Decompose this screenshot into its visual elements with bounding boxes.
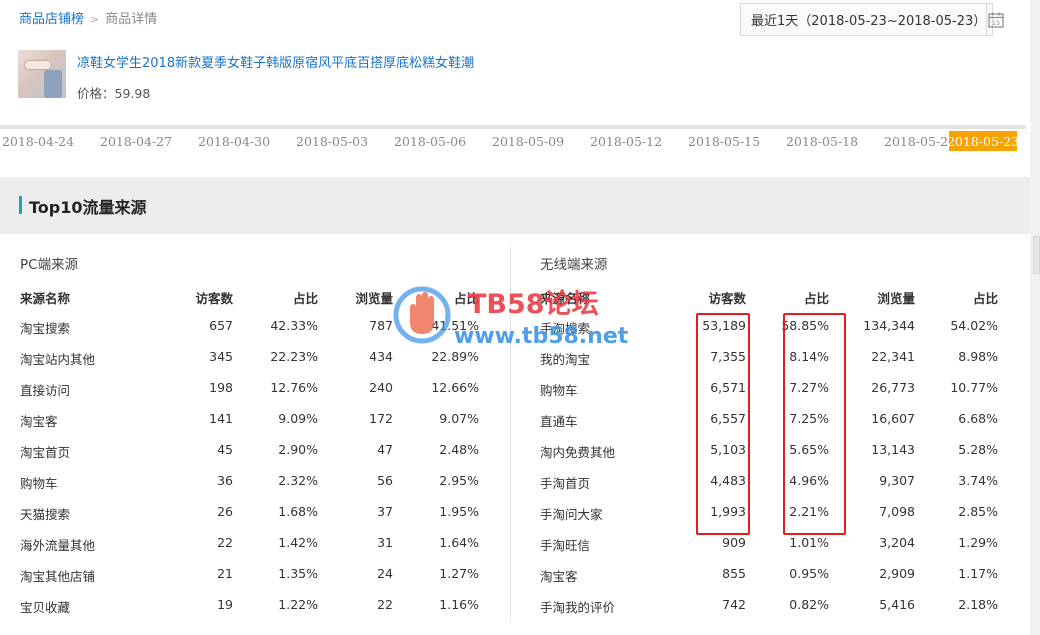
pc-source-name: 天猫搜索 [20,507,71,522]
date-range-label: 最近1天（2018-05-23~2018-05-23） [751,14,987,29]
calendar-day: 15 [992,19,1000,27]
timeline-active-date[interactable]: 2018-05-23 [947,131,1019,151]
pc-cell-value: 1.27% [439,566,479,581]
timeline-date[interactable]: 2018-04-30 [198,134,270,149]
mobile-panel-title: 无线端来源 [540,257,608,273]
timeline-date[interactable]: 2018-05-21 [884,134,956,149]
pc-cell-value: 12.66% [431,380,479,395]
watermark-url: www.tb58.net [454,324,629,349]
product-thumbnail[interactable] [18,50,66,98]
pc-source-name: 直接访问 [20,383,71,398]
mobile-source-name: 购物车 [540,383,578,398]
pc-source-name: 淘宝首页 [20,445,71,460]
timeline-date[interactable]: 2018-05-06 [394,134,466,149]
mobile-cell-value: 2.18% [958,597,998,612]
mobile-source-name: 淘内免费其他 [540,445,616,460]
pc-cell-value: 1.95% [439,504,479,519]
mobile-cell-value: 54.02% [950,318,998,333]
pc-source-name: 购物车 [20,476,58,491]
pc-panel-title: PC端来源 [20,257,79,273]
mobile-source-name: 手淘我的评价 [540,600,616,615]
mobile-cell-value: 10.77% [950,380,998,395]
timeline-date[interactable]: 2018-04-24 [2,134,74,149]
pc-cell-value: 1.64% [439,535,479,550]
mobile-source-name: 手淘旺信 [540,538,591,553]
pc-source-name: 海外流量其他 [20,538,96,553]
calendar-button[interactable]: 15 [986,4,1005,35]
pc-source-name: 宝贝收藏 [20,600,71,615]
timeline-date[interactable]: 2018-04-27 [100,134,172,149]
pc-cell-value: 1.16% [439,597,479,612]
section-header: Top10流量来源 [0,177,1030,234]
mobile-source-name: 手淘问大家 [540,507,603,522]
page: 商品店铺榜 > 商品详情 最近1天（2018-05-23~2018-05-23） 1… [0,0,1040,635]
mobile-cell-value: 6.68% [958,411,998,426]
mobile-source-name: 手淘首页 [540,476,591,491]
product-title-link[interactable]: 凉鞋女学生2018新款夏季女鞋子韩版原宿风平底百搭厚底松糕女鞋潮 [77,52,474,71]
timeline-date[interactable]: 2018-05-09 [492,134,564,149]
pc-cell-value: 2.95% [439,473,479,488]
hand-logo-icon [393,286,451,344]
mobile-source-name: 直通车 [540,414,578,429]
mobile-cell-value: 3.74% [958,473,998,488]
pc-source-name: 淘宝其他店铺 [20,569,96,584]
section-title: Top10流量来源 [29,198,147,217]
timeline-date[interactable]: 2018-05-12 [590,134,662,149]
mobile-cell-value: 1.17% [958,566,998,581]
scrollbar-handle[interactable] [1033,236,1040,274]
section-accent-bar [19,196,22,214]
pc-cell-value: 9.07% [439,411,479,426]
pc-source-name: 淘宝客 [20,414,58,429]
timeline-date[interactable]: 2018-05-18 [786,134,858,149]
mobile-cell-value: 1.29% [958,535,998,550]
mobile-source-name: 淘宝客 [540,569,578,584]
breadcrumb-separator: > [90,13,100,26]
breadcrumb-current: 商品详情 [105,12,158,27]
timeline-date[interactable]: 2018-05-03 [296,134,368,149]
pc-source-name: 淘宝站内其他 [20,352,96,367]
breadcrumb: 商品店铺榜 > 商品详情 [19,8,157,27]
timeline-date[interactable]: 2018-05-15 [688,134,760,149]
right-gutter [1030,0,1040,635]
watermark: TB58论坛 www.tb58.net [392,280,662,360]
mobile-column-header: 占比 [972,291,998,306]
highlight-box-visitor-share [783,313,846,535]
product-price: 价格：59.98 [77,86,151,101]
pc-cell-value: 2.48% [439,442,479,457]
pc-source-name: 淘宝搜索 [20,321,71,336]
highlight-box-visitors [696,313,750,535]
date-range-picker[interactable]: 最近1天（2018-05-23~2018-05-23） 15 [740,3,1004,36]
calendar-icon: 15 [988,12,1004,28]
breadcrumb-link-shop-rank[interactable]: 商品店铺榜 [19,12,84,27]
mobile-cell-value: 5.28% [958,442,998,457]
mobile-cell-value: 8.98% [958,349,998,364]
mobile-cell-value: 2.85% [958,504,998,519]
pc-column-header: 来源名称 [20,291,71,306]
watermark-title: TB58论坛 [468,289,599,320]
timeline-slider-track[interactable] [0,125,1026,129]
